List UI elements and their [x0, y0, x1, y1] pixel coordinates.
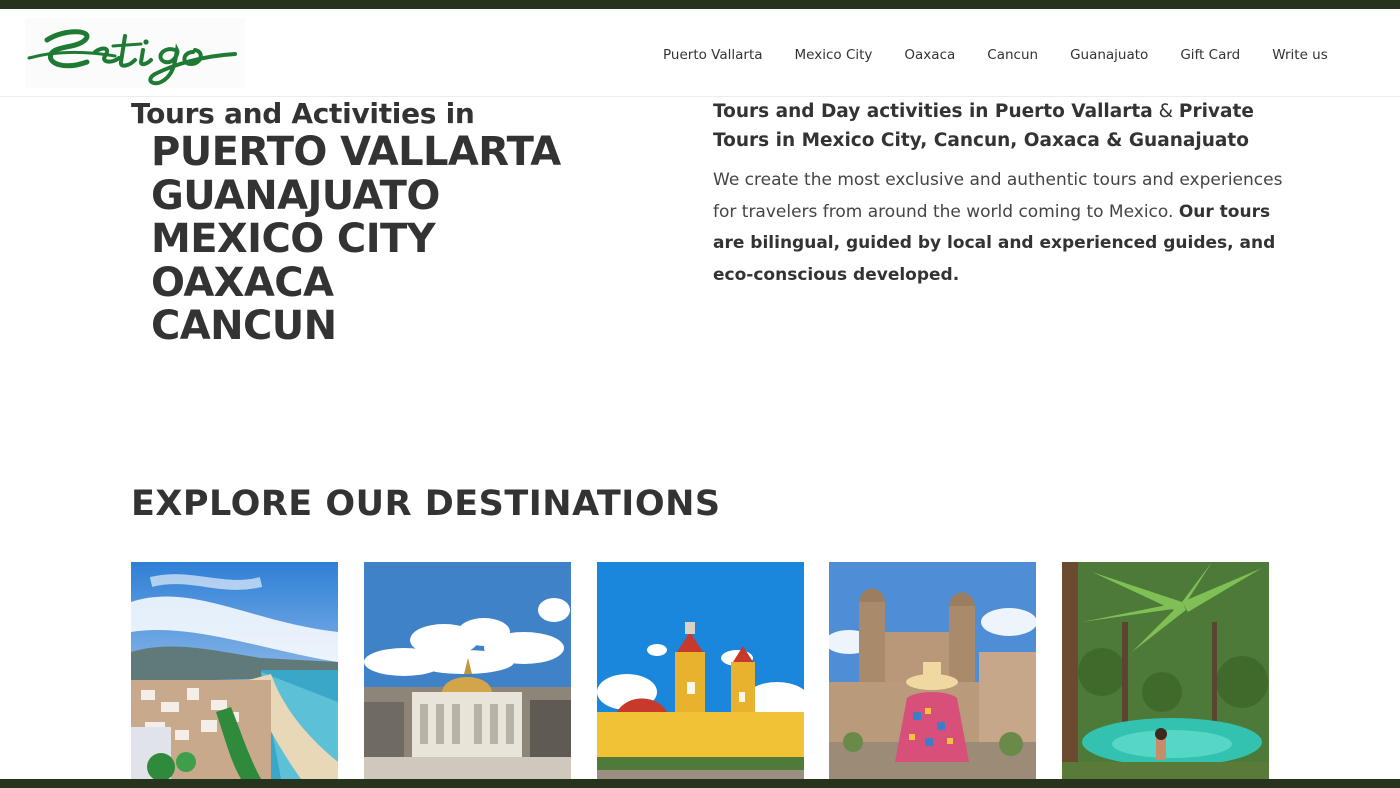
- nav-guanajuato[interactable]: Guanajuato: [1070, 47, 1148, 63]
- hero-city: OAXACA: [151, 259, 334, 306]
- mexico-city-image: [364, 562, 571, 779]
- intro-body: We create the most exclusive and authent…: [713, 165, 1283, 291]
- bottom-accent-bar: [0, 779, 1400, 788]
- intro-text: Tours and Day activities in: [713, 101, 995, 122]
- hero-intro: Tours and Day activities in Puerto Valla…: [713, 97, 1283, 291]
- cancun-image: [1062, 562, 1269, 779]
- nav-mexico-city[interactable]: Mexico City: [795, 47, 873, 63]
- nav-write-us[interactable]: Write us: [1272, 47, 1328, 63]
- destination-card-puerto-vallarta[interactable]: [131, 562, 338, 779]
- hero-city: PUERTO VALLARTA: [151, 129, 561, 175]
- destination-card-guanajuato[interactable]: [597, 562, 804, 779]
- intro-text: &: [1152, 101, 1179, 122]
- site-header: Puerto Vallarta Mexico City Oaxaca Cancu…: [0, 9, 1400, 97]
- hero-city: MEXICO CITY: [151, 216, 436, 262]
- puerto-vallarta-image: [131, 562, 338, 779]
- destination-cards: [131, 562, 1269, 779]
- nav-puerto-vallarta[interactable]: Puerto Vallarta: [663, 47, 763, 63]
- hero-city: GUANAJUATO: [151, 172, 440, 219]
- destination-card-mexico-city[interactable]: [364, 562, 571, 779]
- destination-card-cancun[interactable]: [1062, 562, 1269, 779]
- estigo-logo-icon: [27, 29, 237, 86]
- site-logo[interactable]: [25, 18, 245, 88]
- oaxaca-image: [829, 562, 1036, 779]
- hero-heading: Tours and Activities in PUERTO VALLARTA …: [131, 97, 651, 349]
- hero-lead: Tours and Activities in: [131, 97, 475, 130]
- destination-card-oaxaca[interactable]: [829, 562, 1036, 779]
- destinations-title: EXPLORE OUR DESTINATIONS: [131, 484, 721, 524]
- nav-gift-card[interactable]: Gift Card: [1180, 47, 1240, 63]
- guanajuato-image: [597, 562, 804, 779]
- top-accent-bar: [0, 0, 1400, 9]
- intro-heading: Tours and Day activities in Puerto Valla…: [713, 97, 1283, 155]
- nav-cancun[interactable]: Cancun: [987, 47, 1038, 63]
- main-nav: Puerto Vallarta Mexico City Oaxaca Cancu…: [647, 45, 1344, 65]
- nav-oaxaca[interactable]: Oaxaca: [904, 47, 955, 63]
- hero-city: CANCUN: [151, 303, 337, 349]
- intro-highlight: Puerto Vallarta: [994, 101, 1153, 122]
